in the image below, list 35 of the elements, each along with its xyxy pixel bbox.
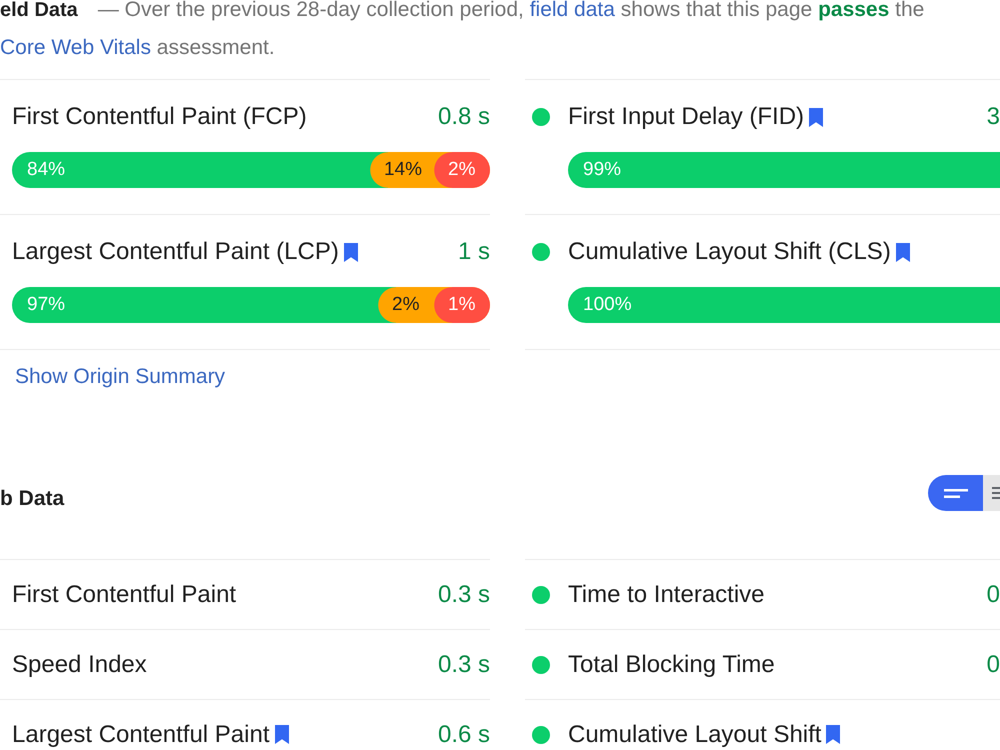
metric-name: Speed Index	[12, 652, 147, 678]
show-origin-summary-link[interactable]: Show Origin Summary	[15, 365, 226, 389]
metric-name: Largest Contentful Paint	[12, 722, 270, 748]
metric-value: 0.8 s	[438, 104, 490, 130]
distribution-segment: 1%	[434, 287, 490, 323]
inline-link[interactable]: field data	[530, 0, 615, 21]
metric-name: First Input Delay (FID)	[568, 104, 804, 130]
metric-value: 0	[986, 582, 1000, 608]
metric-name: Total Blocking Time	[568, 652, 775, 678]
view-toggle-button[interactable]	[983, 475, 1000, 511]
distribution-segment: 2%	[378, 287, 434, 323]
field-data-summary: eld Data — Over the previous 28-day collection period, field data shows that this page passes the Core Web Vitals assessment.	[0, 0, 926, 61]
metric-value: 1 s	[458, 239, 490, 265]
metric-name: Time to Interactive	[568, 582, 765, 608]
view-toggle-button[interactable]	[928, 475, 983, 511]
metric-name: Cumulative Layout Shift	[568, 722, 822, 748]
distribution-segment: 99%	[568, 152, 1000, 188]
metric-name: First Contentful Paint (FCP)	[12, 104, 307, 130]
distribution-segment: 2%	[434, 152, 490, 188]
distribution-segment: 14%	[370, 152, 434, 188]
metric-name: Cumulative Layout Shift (CLS)	[568, 239, 891, 265]
distribution-segment: 100%	[568, 287, 1000, 323]
metric-value: 3	[986, 104, 1000, 130]
metric-value: 0.6 s	[438, 722, 490, 748]
metric-value: 0	[986, 652, 1000, 678]
metric-name: First Contentful Paint	[12, 582, 236, 608]
section-title: b Data	[0, 487, 64, 511]
distribution-segment: 84%	[12, 152, 370, 188]
list-icon	[992, 487, 1000, 499]
lines-icon	[944, 488, 968, 498]
inline-link[interactable]: Core Web Vitals	[0, 36, 151, 59]
distribution-segment: 97%	[12, 287, 378, 323]
metric-value: 0.3 s	[438, 582, 490, 608]
metric-value: 0.3 s	[438, 652, 490, 678]
metric-name: Largest Contentful Paint (LCP)	[12, 239, 339, 265]
